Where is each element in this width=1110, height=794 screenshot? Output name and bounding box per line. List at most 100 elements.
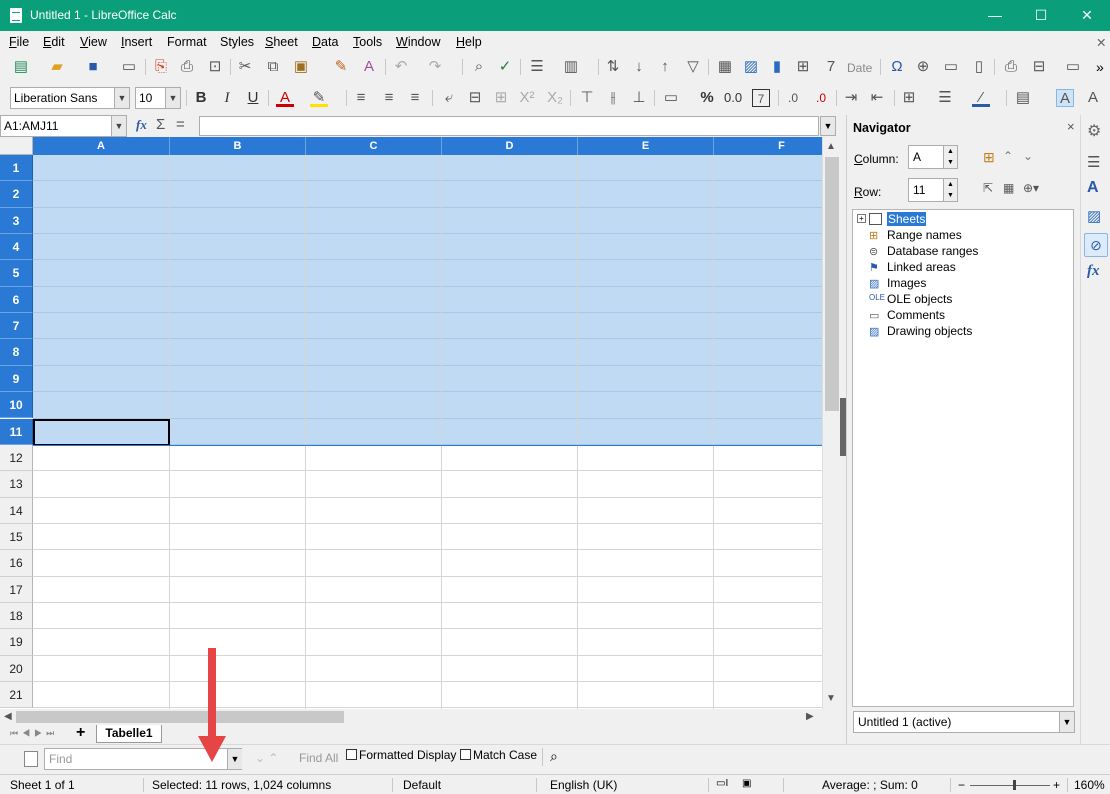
font-name-combo[interactable]: Liberation Sans ▼: [10, 87, 130, 109]
cell-cursor[interactable]: [33, 419, 170, 446]
delete-decimal-button[interactable]: .0: [812, 89, 830, 107]
menu-file[interactable]: File: [9, 35, 29, 49]
menu-tools[interactable]: Tools: [353, 35, 382, 49]
spreadsheet-grid[interactable]: ABCDEF 1 2 3 4 5 6 7 8 9 10 11 12 13 14 15 16 17 18 19 20 21: [0, 137, 822, 709]
align-top-icon[interactable]: ⊤: [578, 89, 596, 107]
column-spinbox[interactable]: A ▲ ▼: [908, 145, 958, 169]
merge-center-icon[interactable]: ⊟: [466, 89, 484, 107]
print-preview-icon[interactable]: ⊡: [206, 58, 224, 76]
add-decimal-button[interactable]: .0: [784, 89, 802, 107]
function-wizard-icon[interactable]: fx: [136, 117, 147, 133]
row-header-13[interactable]: 13: [0, 471, 33, 498]
expand-icon[interactable]: +: [857, 214, 866, 223]
add-sheet-button[interactable]: +: [76, 724, 85, 742]
date-format-icon[interactable]: 7: [752, 89, 770, 107]
tree-item-range-names[interactable]: Range names: [887, 228, 962, 242]
sum-average-status[interactable]: Average: ; Sum: 0: [822, 778, 918, 792]
wrap-text-icon[interactable]: ⤶: [440, 89, 458, 107]
row-header-7[interactable]: 7: [0, 313, 33, 340]
insert-mode-icon[interactable]: ▭I: [716, 778, 728, 789]
image-icon[interactable]: ▦: [716, 58, 734, 76]
border-style-icon[interactable]: ☰: [936, 89, 954, 107]
menu-view[interactable]: View: [80, 35, 107, 49]
scroll-right-icon[interactable]: ▶: [806, 711, 814, 722]
menu-sheet[interactable]: Sheet: [265, 35, 298, 49]
sum-icon[interactable]: Σ: [156, 116, 165, 133]
bold-button[interactable]: B: [192, 89, 210, 107]
properties-icon[interactable]: ☰: [1087, 153, 1100, 171]
hyperlink-icon[interactable]: ⊕: [914, 58, 932, 76]
freeze-rows-icon[interactable]: ⊟: [1030, 58, 1048, 76]
subscript-icon[interactable]: X₂: [546, 89, 564, 107]
drag-mode-icon[interactable]: ⇱: [983, 181, 993, 195]
autofilter-icon[interactable]: ▽: [684, 58, 702, 76]
menu-format[interactable]: Format: [167, 35, 207, 49]
pivot-table-icon[interactable]: ⊞: [794, 58, 812, 76]
column-header-a[interactable]: A: [33, 137, 170, 155]
insert-image-icon[interactable]: ▨: [742, 58, 760, 76]
menu-styles[interactable]: Styles: [220, 35, 254, 49]
close-icon[interactable]: ×: [1067, 119, 1075, 134]
conditional-format-icon[interactable]: ▤: [1014, 89, 1032, 107]
zoom-out-button[interactable]: −: [958, 778, 965, 792]
clear-formatting-icon[interactable]: A: [360, 58, 378, 76]
tree-item-ole-objects[interactable]: OLE objects: [887, 292, 952, 306]
select-all-corner[interactable]: [0, 137, 33, 155]
chevron-down-icon[interactable]: ▼: [1059, 712, 1074, 732]
document-select[interactable]: Untitled 1 (active) ▼: [853, 711, 1075, 733]
currency-icon[interactable]: ▭: [662, 89, 680, 107]
formula-icon[interactable]: =: [176, 116, 185, 133]
menu-insert[interactable]: Insert: [121, 35, 152, 49]
unmerge-icon[interactable]: ⊞: [492, 89, 510, 107]
row-header-21[interactable]: 21: [0, 682, 33, 709]
headers-footers-icon[interactable]: ▯: [970, 58, 988, 76]
redo-icon[interactable]: ↷: [426, 58, 444, 76]
row-icon[interactable]: ☰: [528, 58, 546, 76]
menu-window[interactable]: Window: [396, 35, 440, 49]
sort-ascending-icon[interactable]: ↓: [630, 58, 648, 76]
superscript-icon[interactable]: X²: [518, 89, 536, 107]
row-header-8[interactable]: 8: [0, 339, 33, 366]
formula-input[interactable]: [199, 116, 819, 136]
scroll-left-icon[interactable]: ◀: [4, 711, 12, 722]
decrease-indent-icon[interactable]: ⇤: [868, 89, 886, 107]
special-character-icon[interactable]: Ω: [888, 58, 906, 76]
row-spinbox[interactable]: 11 ▲ ▼: [908, 178, 958, 202]
tree-item-drawing-objects[interactable]: Drawing objects: [887, 324, 972, 338]
vertical-scrollbar[interactable]: ▲ ▼: [822, 137, 840, 709]
template-icon[interactable]: ▭: [120, 58, 138, 76]
tree-item-sheets[interactable]: Sheets: [887, 212, 927, 226]
row-header-19[interactable]: 19: [0, 629, 33, 656]
row-header-15[interactable]: 15: [0, 523, 33, 551]
border-color-icon[interactable]: ⁄: [972, 89, 990, 107]
open-folder-icon[interactable]: ▰: [48, 58, 66, 76]
row-header-4[interactable]: 4: [0, 234, 33, 261]
chart-icon[interactable]: ▮: [768, 58, 786, 76]
tree-item-database-ranges[interactable]: Database ranges: [887, 244, 978, 258]
new-document-icon[interactable]: ▤: [12, 58, 30, 76]
italic-button[interactable]: I: [218, 89, 236, 107]
formatted-display-checkbox[interactable]: [346, 749, 357, 760]
styles-icon[interactable]: A: [1087, 179, 1099, 197]
spin-arrows-icon[interactable]: ▲ ▼: [943, 179, 957, 201]
start-icon[interactable]: ⌃: [1003, 149, 1013, 163]
menu-help[interactable]: Help: [456, 35, 482, 49]
percent-button[interactable]: %: [698, 89, 716, 107]
date-label[interactable]: Date: [847, 61, 872, 75]
scroll-down-icon[interactable]: ▼: [826, 693, 836, 704]
underline-button[interactable]: U: [244, 89, 262, 107]
functions-icon[interactable]: fx: [1087, 263, 1100, 280]
row-header-14[interactable]: 14: [0, 497, 33, 524]
increase-indent-icon[interactable]: ⇥: [842, 89, 860, 107]
sheet-tab-active[interactable]: Tabelle1: [96, 725, 162, 743]
spin-arrows-icon[interactable]: ▲ ▼: [943, 146, 957, 168]
language-status[interactable]: English (UK): [550, 778, 617, 792]
chevron-down-icon[interactable]: ▼: [111, 116, 126, 136]
zoom-level[interactable]: 160%: [1074, 778, 1105, 792]
number-format-button[interactable]: 0.0: [724, 89, 742, 107]
row-header-2[interactable]: 2: [0, 181, 33, 208]
align-left-icon[interactable]: ≡: [352, 89, 370, 107]
vertical-scroll-thumb[interactable]: [825, 157, 839, 411]
borders-icon[interactable]: ⊞: [900, 89, 918, 107]
define-print-area-icon[interactable]: ⎙: [1002, 58, 1020, 76]
